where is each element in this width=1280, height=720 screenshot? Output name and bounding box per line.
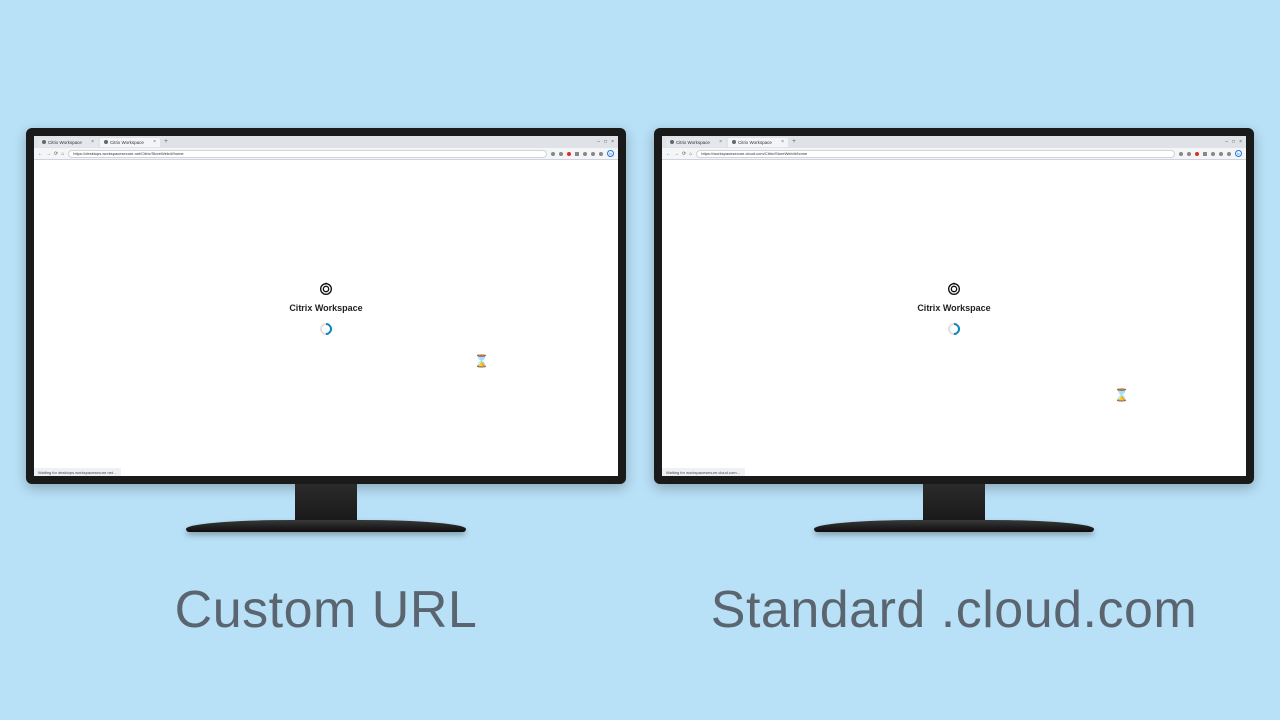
- citrix-logo-icon: [318, 281, 334, 297]
- tab-citrix-workspace-2[interactable]: Citrix Workspace ×: [728, 138, 788, 147]
- menu-icon[interactable]: [1227, 152, 1231, 156]
- window-controls: – □ ×: [597, 139, 618, 145]
- bookmark-star-icon[interactable]: [1187, 152, 1191, 156]
- account-icon[interactable]: b: [607, 150, 614, 157]
- tab-title: Citrix Workspace: [738, 140, 772, 145]
- close-icon[interactable]: ×: [781, 139, 784, 145]
- close-icon[interactable]: ×: [719, 139, 722, 145]
- bookmark-star-icon[interactable]: [559, 152, 563, 156]
- minimize-button[interactable]: –: [597, 139, 600, 145]
- monitor-left: Citrix Workspace × Citrix Workspace × + …: [26, 128, 626, 484]
- browser-tab-bar: Citrix Workspace × Citrix Workspace × + …: [34, 136, 618, 148]
- close-icon[interactable]: ×: [153, 139, 156, 145]
- extension-grid-icon[interactable]: [1203, 152, 1207, 156]
- reader-mode-icon[interactable]: [1179, 152, 1183, 156]
- maximize-button[interactable]: □: [604, 139, 607, 145]
- extension-icon[interactable]: [1219, 152, 1223, 156]
- window-controls: – □ ×: [1225, 139, 1246, 145]
- reader-mode-icon[interactable]: [551, 152, 555, 156]
- monitor-base: [186, 520, 466, 532]
- home-button[interactable]: ⌂: [61, 151, 64, 157]
- caption-right: Standard .cloud.com: [711, 580, 1197, 640]
- monitor-neck: [295, 484, 357, 520]
- new-tab-button[interactable]: +: [790, 138, 798, 146]
- status-bar: Waiting for desktops.workspacesecure.net…: [34, 468, 121, 476]
- citrix-workspace-loading: Citrix Workspace: [917, 281, 990, 335]
- nav-buttons: ← → ⟳ ⌂: [38, 151, 64, 157]
- hourglass-cursor-icon: ⌛: [474, 354, 489, 368]
- favicon-icon: [104, 140, 108, 144]
- tab-title: Citrix Workspace: [676, 140, 710, 145]
- ublock-icon[interactable]: [567, 152, 571, 156]
- back-button[interactable]: ←: [666, 151, 671, 157]
- ublock-icon[interactable]: [1195, 152, 1199, 156]
- tab-citrix-workspace-1[interactable]: Citrix Workspace ×: [38, 138, 98, 147]
- comparison-stage: Citrix Workspace × Citrix Workspace × + …: [0, 0, 1280, 720]
- citrix-workspace-loading: Citrix Workspace: [289, 281, 362, 335]
- hourglass-cursor-icon: ⌛: [1114, 388, 1129, 402]
- favicon-icon: [670, 140, 674, 144]
- minimize-button[interactable]: –: [1225, 139, 1228, 145]
- page-viewport: Citrix Workspace ⌛ Waiting for desktops.…: [34, 160, 618, 476]
- loading-spinner-icon: [946, 321, 963, 338]
- monitor-right-block: Citrix Workspace × Citrix Workspace × + …: [654, 128, 1254, 640]
- url-field[interactable]: https://desktops.workspacesecure.net/Cit…: [68, 150, 547, 158]
- monitor-base: [814, 520, 1094, 532]
- favicon-icon: [732, 140, 736, 144]
- tab-citrix-workspace-1[interactable]: Citrix Workspace ×: [666, 138, 726, 147]
- account-icon[interactable]: b: [1235, 150, 1242, 157]
- tab-title: Citrix Workspace: [48, 140, 82, 145]
- page-viewport: Citrix Workspace ⌛ Waiting for workspace…: [662, 160, 1246, 476]
- forward-button[interactable]: →: [46, 151, 51, 157]
- tab-citrix-workspace-2[interactable]: Citrix Workspace ×: [100, 138, 160, 147]
- brand-label: Citrix Workspace: [289, 303, 362, 313]
- monitor-left-block: Citrix Workspace × Citrix Workspace × + …: [26, 128, 626, 640]
- reload-button[interactable]: ⟳: [54, 151, 58, 157]
- caption-left: Custom URL: [175, 580, 478, 640]
- extension-icon[interactable]: [1211, 152, 1215, 156]
- extension-icon[interactable]: [591, 152, 595, 156]
- url-field[interactable]: https://workspacesecure.cloud.com/Citrix…: [696, 150, 1175, 158]
- monitor-neck: [923, 484, 985, 520]
- loading-spinner-icon: [318, 321, 335, 338]
- toolbar-icons: b: [551, 150, 614, 157]
- home-button[interactable]: ⌂: [689, 151, 692, 157]
- new-tab-button[interactable]: +: [162, 138, 170, 146]
- browser-tab-bar: Citrix Workspace × Citrix Workspace × + …: [662, 136, 1246, 148]
- nav-buttons: ← → ⟳ ⌂: [666, 151, 692, 157]
- status-text: Waiting for workspacesecure.cloud.com…: [666, 470, 741, 475]
- reload-button[interactable]: ⟳: [682, 151, 686, 157]
- url-text: https://desktops.workspacesecure.net/Cit…: [73, 151, 183, 156]
- screen-right: Citrix Workspace × Citrix Workspace × + …: [662, 136, 1246, 476]
- status-text: Waiting for desktops.workspacesecure.net…: [38, 470, 117, 475]
- toolbar-icons: b: [1179, 150, 1242, 157]
- citrix-logo-icon: [946, 281, 962, 297]
- forward-button[interactable]: →: [674, 151, 679, 157]
- close-window-button[interactable]: ×: [1239, 139, 1242, 145]
- close-icon[interactable]: ×: [91, 139, 94, 145]
- browser-address-bar: ← → ⟳ ⌂ https://desktops.workspacesecure…: [34, 148, 618, 160]
- monitor-right: Citrix Workspace × Citrix Workspace × + …: [654, 128, 1254, 484]
- maximize-button[interactable]: □: [1232, 139, 1235, 145]
- extension-icon[interactable]: [583, 152, 587, 156]
- url-text: https://workspacesecure.cloud.com/Citrix…: [701, 151, 807, 156]
- favicon-icon: [42, 140, 46, 144]
- browser-address-bar: ← → ⟳ ⌂ https://workspacesecure.cloud.co…: [662, 148, 1246, 160]
- menu-icon[interactable]: [599, 152, 603, 156]
- brand-label: Citrix Workspace: [917, 303, 990, 313]
- status-bar: Waiting for workspacesecure.cloud.com…: [662, 468, 745, 476]
- extension-grid-icon[interactable]: [575, 152, 579, 156]
- back-button[interactable]: ←: [38, 151, 43, 157]
- close-window-button[interactable]: ×: [611, 139, 614, 145]
- tab-title: Citrix Workspace: [110, 140, 144, 145]
- screen-left: Citrix Workspace × Citrix Workspace × + …: [34, 136, 618, 476]
